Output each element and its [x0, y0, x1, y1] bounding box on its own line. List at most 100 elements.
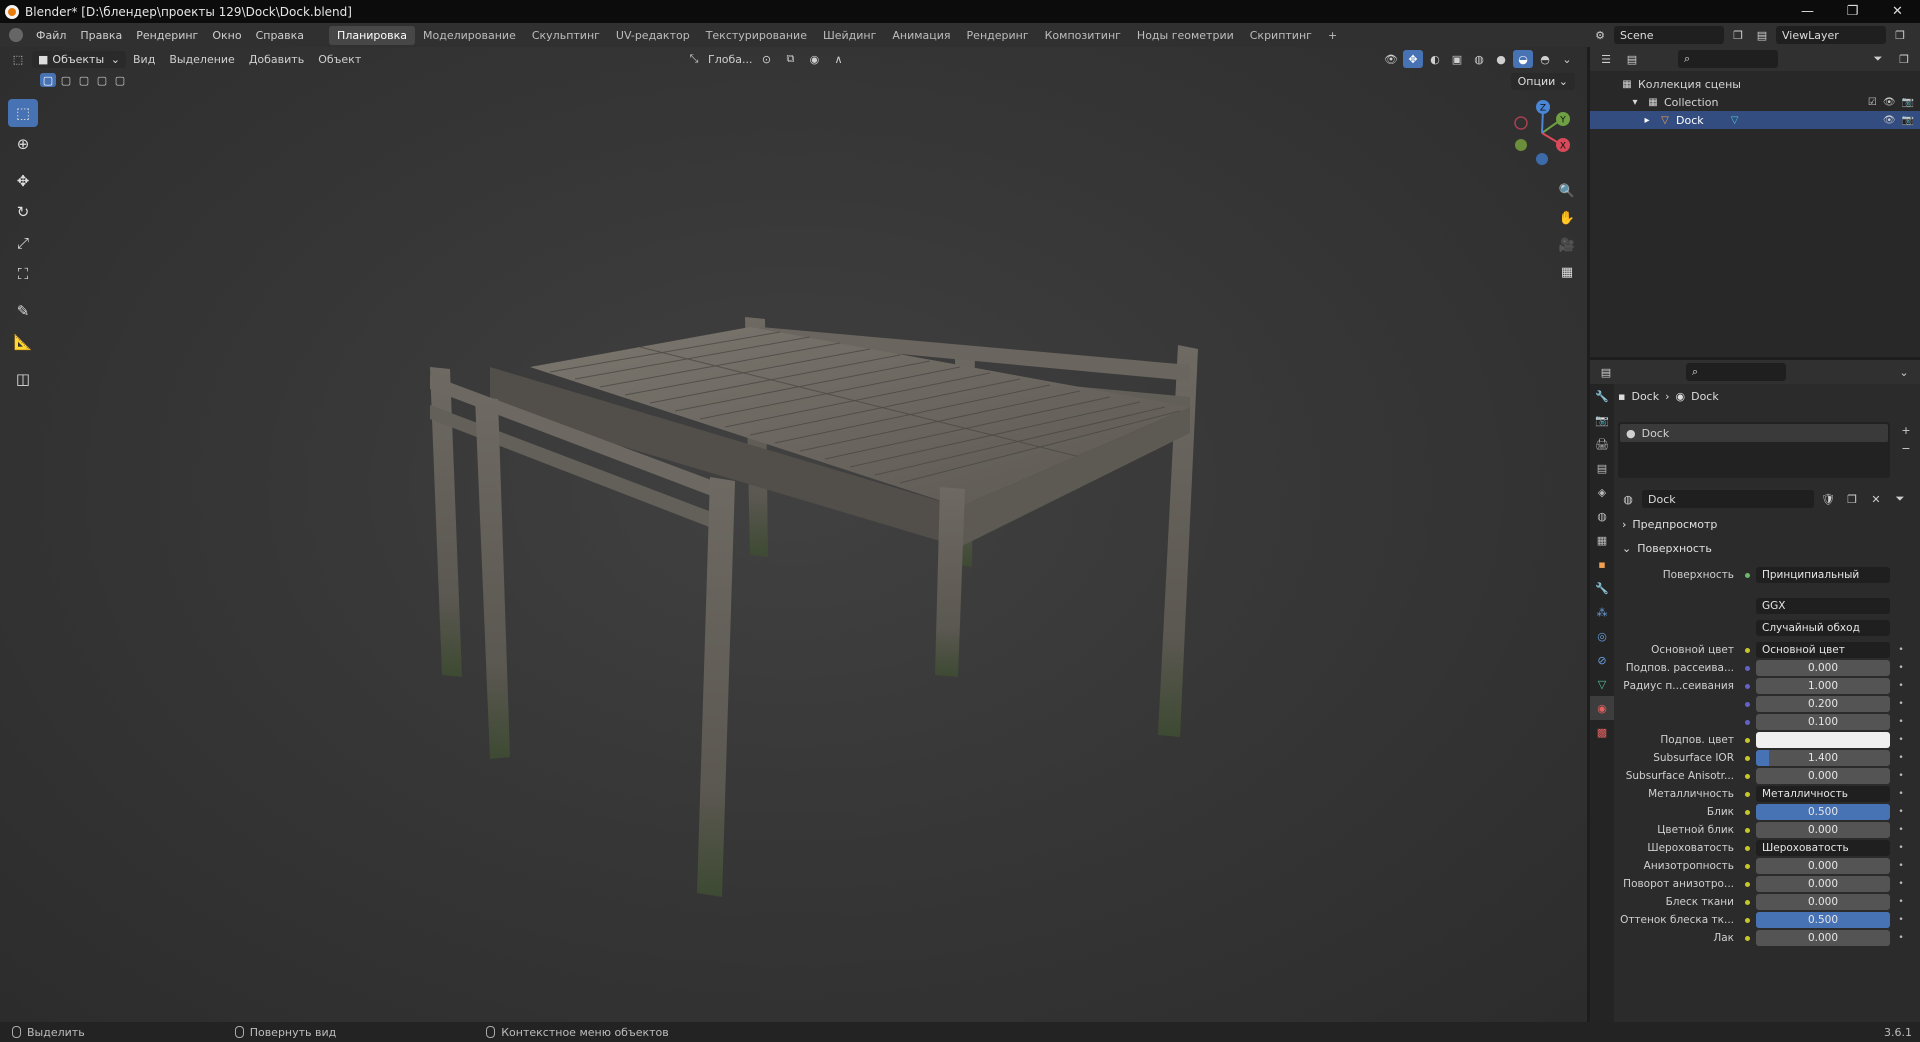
value-slider[interactable]: 0.200 [1756, 696, 1890, 712]
camera-view-icon[interactable]: 🎥 [1555, 233, 1579, 257]
object-tab-icon[interactable]: ▪ [1590, 552, 1614, 576]
socket-icon[interactable] [1742, 663, 1752, 673]
properties-editor-type-icon[interactable]: ▤ [1596, 363, 1616, 381]
socket-icon[interactable] [1742, 735, 1752, 745]
constraints-tab-icon[interactable]: ⊘ [1590, 648, 1614, 672]
tab-geometry-nodes[interactable]: Ноды геометрии [1129, 26, 1242, 45]
collection-tab-icon[interactable]: ▦ [1590, 528, 1614, 552]
material-name-field[interactable]: Dock [1642, 490, 1814, 508]
data-tab-icon[interactable]: ▽ [1590, 672, 1614, 696]
surface-section-header[interactable]: ⌄ Поверхность [1618, 538, 1918, 558]
falloff-icon[interactable]: ∧ [828, 50, 848, 68]
outliner-collection[interactable]: ▾ ▦ Collection ☑ 👁 📷 [1590, 93, 1920, 111]
socket-icon[interactable] [1742, 807, 1752, 817]
transform-orientation-icon[interactable]: ⤡ [684, 50, 704, 68]
new-collection-icon[interactable]: ❐ [1894, 50, 1914, 68]
scene-tab-icon[interactable]: ◈ [1590, 480, 1614, 504]
keyframe-dot-icon[interactable]: • [1894, 681, 1908, 691]
value-slider[interactable]: 1.400 [1756, 750, 1890, 766]
modifier-tab-icon[interactable]: 🔧 [1590, 576, 1614, 600]
measure-tool-icon[interactable]: 📐 [8, 328, 38, 356]
socket-icon[interactable] [1742, 861, 1752, 871]
scale-tool-icon[interactable]: ⤢ [8, 229, 38, 257]
pan-hand-icon[interactable]: ✋ [1555, 206, 1579, 230]
texture-tab-icon[interactable]: ▩ [1590, 720, 1614, 744]
value-slider[interactable]: 0.500 [1756, 804, 1890, 820]
view-layer-tab-icon[interactable]: ▤ [1590, 456, 1614, 480]
socket-icon[interactable] [1742, 681, 1752, 691]
rotate-tool-icon[interactable]: ↻ [8, 198, 38, 226]
tab-uv-editing[interactable]: UV-редактор [608, 26, 698, 45]
socket-icon[interactable] [1742, 843, 1752, 853]
duplicate-material-icon[interactable]: ❐ [1842, 490, 1862, 508]
scene-icon[interactable]: ⚙ [1590, 26, 1610, 44]
value-slider[interactable]: 0.000 [1756, 894, 1890, 910]
gizmo-neg-z-axis[interactable] [1536, 153, 1548, 165]
socket-icon[interactable] [1742, 879, 1752, 889]
keyframe-dot-icon[interactable]: • [1894, 735, 1908, 745]
filter-icon[interactable]: ⏷ [1868, 50, 1888, 68]
menu-help[interactable]: Справка [249, 29, 311, 42]
material-slot-list[interactable]: ● Dock [1618, 422, 1890, 478]
gizmo-neg-y-axis[interactable] [1515, 139, 1527, 151]
shading-rendered-icon[interactable]: ◓ [1535, 50, 1555, 68]
properties-search-input[interactable]: ⌕ [1686, 363, 1786, 381]
socket-icon[interactable] [1742, 915, 1752, 925]
socket-icon[interactable] [1742, 699, 1752, 709]
tab-shading[interactable]: Шейдинг [815, 26, 884, 45]
add-workspace-button[interactable]: + [1320, 26, 1345, 45]
mode-dropdown[interactable]: ■ Объекты ⌄ [32, 50, 126, 68]
value-slider[interactable]: 0.100 [1756, 714, 1890, 730]
menu-edit[interactable]: Правка [73, 29, 129, 42]
add-cube-tool-icon[interactable]: ◫ [8, 365, 38, 393]
select-invert-icon[interactable]: ▢ [94, 73, 110, 87]
keyframe-dot-icon[interactable]: • [1894, 825, 1908, 835]
maximize-button[interactable]: ❐ [1830, 4, 1875, 19]
shading-wireframe-icon[interactable]: ◍ [1469, 50, 1489, 68]
menu-select[interactable]: Выделение [162, 53, 242, 66]
expand-arrow-icon[interactable]: ▸ [1640, 114, 1654, 126]
new-scene-icon[interactable]: ❐ [1728, 26, 1748, 44]
socket-icon[interactable] [1742, 645, 1752, 655]
render-tab-icon[interactable]: 📷 [1590, 408, 1614, 432]
keyframe-dot-icon[interactable]: • [1894, 897, 1908, 907]
display-mode-icon[interactable]: ▤ [1622, 50, 1642, 68]
annotate-tool-icon[interactable]: ✎ [8, 297, 38, 325]
tab-texture-paint[interactable]: Текстурирование [698, 26, 815, 45]
gizmo-neg-x-axis[interactable] [1514, 116, 1528, 130]
render-camera-icon[interactable]: 📷 [1902, 115, 1914, 126]
shading-material-icon[interactable]: ◒ [1513, 50, 1533, 68]
shading-options-icon[interactable]: ⌄ [1557, 50, 1577, 68]
tab-compositing[interactable]: Композитинг [1037, 26, 1129, 45]
overlay-toggle-icon[interactable]: ◐ [1425, 50, 1445, 68]
3d-viewport[interactable]: ⬚ ■ Объекты ⌄ Вид Выделение Добавить Объек… [0, 47, 1587, 1022]
socket-icon[interactable] [1742, 825, 1752, 835]
socket-icon[interactable] [1742, 771, 1752, 781]
move-tool-icon[interactable]: ✥ [8, 167, 38, 195]
tab-scripting[interactable]: Скриптинг [1242, 26, 1320, 45]
select-subtract-icon[interactable]: ▢ [76, 73, 92, 87]
keyframe-dot-icon[interactable]: • [1894, 933, 1908, 943]
tab-animation[interactable]: Анимация [884, 26, 958, 45]
socket-icon[interactable] [1742, 753, 1752, 763]
socket-icon[interactable] [1742, 933, 1752, 943]
tool-tab-icon[interactable]: 🔧 [1590, 384, 1614, 408]
expand-arrow-icon[interactable]: ▾ [1628, 96, 1642, 108]
outliner-search-input[interactable]: ⌕ [1678, 50, 1778, 68]
select-extend-icon[interactable]: ▢ [58, 73, 74, 87]
unlink-material-icon[interactable]: ✕ [1866, 490, 1886, 508]
material-tab-icon[interactable]: ◉ [1590, 696, 1614, 720]
transform-orientation-dropdown[interactable]: Глоба... [708, 53, 752, 66]
distribution-dropdown[interactable]: GGX [1756, 598, 1890, 614]
keyframe-dot-icon[interactable]: • [1894, 645, 1908, 655]
keyframe-dot-icon[interactable]: • [1894, 843, 1908, 853]
menu-add[interactable]: Добавить [242, 53, 311, 66]
value-slider[interactable]: 0.000 [1756, 660, 1890, 676]
scene-field[interactable]: Scene [1614, 26, 1724, 44]
keyframe-dot-icon[interactable]: • [1894, 915, 1908, 925]
menu-view[interactable]: Вид [126, 53, 162, 66]
tab-modeling[interactable]: Моделирование [415, 26, 524, 45]
properties-options-icon[interactable]: ⌄ [1894, 363, 1914, 381]
subsurface-method-dropdown[interactable]: Случайный обход [1756, 620, 1890, 636]
cursor-tool-icon[interactable]: ⊕ [8, 130, 38, 158]
